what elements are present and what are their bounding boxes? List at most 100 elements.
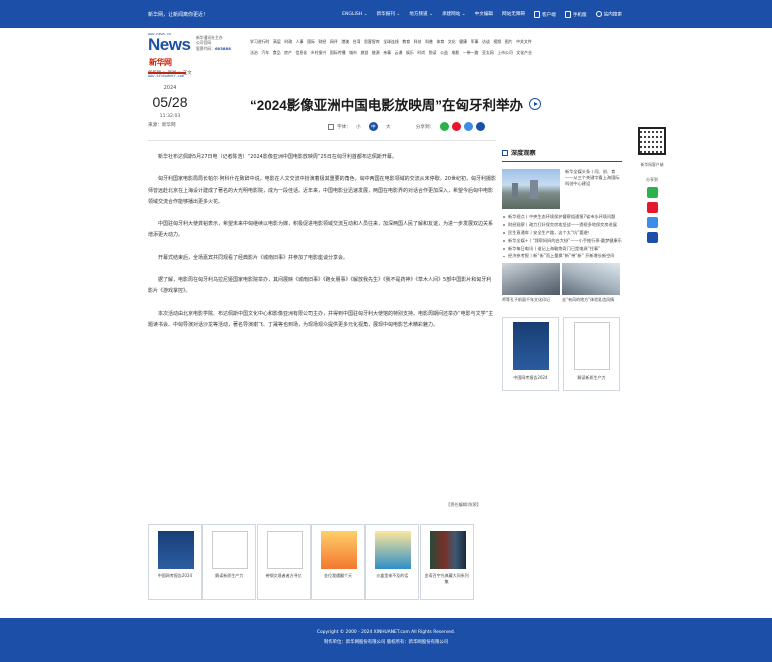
share-weibo-icon[interactable] (452, 122, 462, 131)
audio-play-icon[interactable] (529, 98, 542, 110)
share-qq-icon[interactable] (464, 122, 474, 131)
photo-image[interactable] (502, 262, 560, 295)
qq-icon[interactable] (646, 217, 658, 228)
divider (148, 140, 496, 141)
nav-link[interactable]: 学习进行时 (250, 36, 269, 47)
nav-link[interactable]: 时政 (284, 36, 292, 47)
list-item[interactable]: 财经观察丨政力打好保交房攻坚战——透视多地保交房进展 (502, 222, 622, 228)
product-card[interactable]: 带钢文境者者方寻亿 (256, 524, 311, 600)
nav-link[interactable]: 港澳 (341, 36, 349, 47)
font-large-button[interactable]: 大 (384, 122, 393, 131)
nav-link[interactable]: 云课 (395, 47, 403, 58)
article-source: 来源：新华网 (148, 123, 176, 128)
product-cover[interactable] (429, 531, 466, 569)
nav-link[interactable]: 文化产业 (516, 47, 532, 58)
nav-link[interactable]: 科技 (414, 36, 422, 47)
book-cover[interactable] (513, 321, 549, 370)
weibo-icon[interactable] (646, 202, 658, 213)
nav-link[interactable]: 汽车 (261, 47, 269, 58)
phone-icon[interactable] (646, 232, 658, 243)
nav-link[interactable]: 科普 (425, 36, 433, 47)
nav-link[interactable]: 法治 (250, 47, 258, 58)
nav-link[interactable]: 信息化 (296, 47, 308, 58)
share-wechat-icon[interactable] (440, 122, 450, 131)
nav-link[interactable]: 时尚 (417, 47, 425, 58)
nav-link[interactable]: 台湾 (353, 36, 361, 47)
nav-link[interactable]: 思客智库 (364, 36, 380, 47)
product-cover[interactable] (158, 531, 194, 569)
featured-caption[interactable]: 新华全媒头条丨闯、创、育——从三个关键字看上海国际科创中心建设 (565, 169, 621, 209)
nav-link[interactable]: 娱乐 (406, 47, 414, 58)
list-item[interactable]: 经济参考报丨新“街”而上量换“新”带“新” 开新增长新空间 (502, 253, 622, 259)
list-item[interactable]: 新华视点丨中央生态环境保护督察组通报7省市水环境问题 (502, 214, 622, 220)
nav-link[interactable]: 食品 (273, 47, 281, 58)
chinese-edit-link[interactable]: 中文编辑 (475, 11, 493, 17)
xinhua-press-link[interactable]: 新华报刊 ⌄ (377, 11, 401, 17)
nav-link[interactable]: 访谈 (482, 36, 490, 47)
product-cover[interactable] (266, 531, 303, 569)
built-sites-link[interactable]: 承建网站 ⌄ (442, 11, 466, 17)
nav-link[interactable]: 财经 (319, 36, 327, 47)
featured-image[interactable] (502, 169, 560, 209)
nav-link[interactable]: 公益 (440, 47, 448, 58)
photo-image[interactable] (562, 262, 620, 295)
nav-link[interactable]: 亲事 (383, 47, 391, 58)
mobile-version-link[interactable]: 手机版 (564, 10, 587, 18)
site-search-button[interactable]: 站内搜索 (595, 10, 622, 17)
book-cover[interactable] (574, 321, 610, 370)
photo-story[interactable]: 去“有风的地方”体验乳齿风情 (562, 262, 620, 303)
client-app-link[interactable]: 客户端 (534, 10, 556, 18)
photo-story[interactable]: 师等孔子前面千年文化印记 (502, 262, 560, 303)
nav-link[interactable]: 亚太网 (482, 47, 494, 58)
nav-link[interactable]: 房产 (284, 47, 292, 58)
nav-link[interactable]: 全球连线 (383, 36, 399, 47)
product-card[interactable]: 解读新质生产力 (202, 524, 257, 600)
font-small-button[interactable]: 小 (354, 122, 363, 131)
list-item[interactable]: 新华每日电讯丨谁记上海鞍炮奇门已是电源“住事” (502, 246, 622, 252)
breadcrumb[interactable]: 新华网 > 新闻 > 正文 (148, 70, 192, 76)
nav-link[interactable]: 城市 (349, 47, 357, 58)
product-cover[interactable] (320, 531, 357, 569)
nav-link[interactable]: 国际传播 (330, 47, 346, 58)
nav-link[interactable]: 乡村振兴 (311, 47, 327, 58)
nav-link[interactable]: 电影 (451, 47, 459, 58)
logo-cn: 新华网 (149, 58, 172, 67)
nav-link[interactable]: 图片 (505, 36, 513, 47)
product-cover[interactable] (212, 531, 249, 569)
nav-link[interactable]: 体育 (436, 36, 444, 47)
nav-link[interactable]: 中关文件 (516, 36, 532, 47)
product-card[interactable]: 中国网考报告2024 (148, 524, 202, 600)
accessibility-link[interactable]: 网站无障碍 (502, 11, 525, 17)
product-card[interactable]: 沙盒里来不及的话 (365, 524, 420, 600)
site-logo[interactable]: www.news.cn News新华网 www.xinhuanet.com (148, 32, 191, 78)
nav-link[interactable]: 视频 (493, 36, 501, 47)
product-card[interactable]: 金位我遇翻个天 (310, 524, 365, 600)
nav-link[interactable]: 教育 (402, 36, 410, 47)
nav-link[interactable]: 旅游 (360, 47, 368, 58)
footer: Copyright © 2000 - 2024 XINHUANET.com Al… (0, 618, 772, 662)
list-item[interactable]: 民生直通车丨安全生产路，这个太“坑”要避！ (502, 230, 622, 236)
local-channels-link[interactable]: 地方频道 ⌄ (409, 11, 433, 17)
product-card[interactable]: 金寿百宇光典藏大间系列集 (419, 524, 474, 600)
font-medium-button[interactable]: 中 (368, 122, 378, 131)
nav-link[interactable]: 军事 (471, 36, 479, 47)
english-link[interactable]: ENGLISH ⌄ (342, 12, 368, 17)
nav-link[interactable]: 上市公司 (497, 47, 513, 58)
product-cover[interactable] (375, 531, 412, 569)
book-card[interactable]: 解读新质生产力 (563, 316, 620, 391)
wechat-icon[interactable] (646, 187, 658, 198)
featured-story[interactable]: 新华全媒头条丨闯、创、育——从三个关键字看上海国际科创中心建设 (502, 169, 622, 209)
nav-link[interactable]: 人事 (296, 36, 304, 47)
nav-link[interactable]: 健康 (459, 36, 467, 47)
nav-link[interactable]: 能源 (372, 47, 380, 58)
nav-link[interactable]: 一带一路 (463, 47, 479, 58)
nav-link[interactable]: 文化 (448, 36, 456, 47)
window-icon (502, 149, 508, 156)
book-card[interactable]: 中国网考报告2024 (502, 316, 559, 391)
nav-link[interactable]: 高层 (273, 36, 281, 47)
share-link-icon[interactable] (476, 122, 486, 131)
nav-link[interactable]: 网评 (330, 36, 338, 47)
nav-link[interactable]: 悦读 (429, 47, 437, 58)
nav-link[interactable]: 国际 (307, 36, 315, 47)
list-item[interactable]: 新华全媒+丨“我帮妈妈的白大褂”——小手推行停·圆梦健康乐 (502, 238, 622, 244)
